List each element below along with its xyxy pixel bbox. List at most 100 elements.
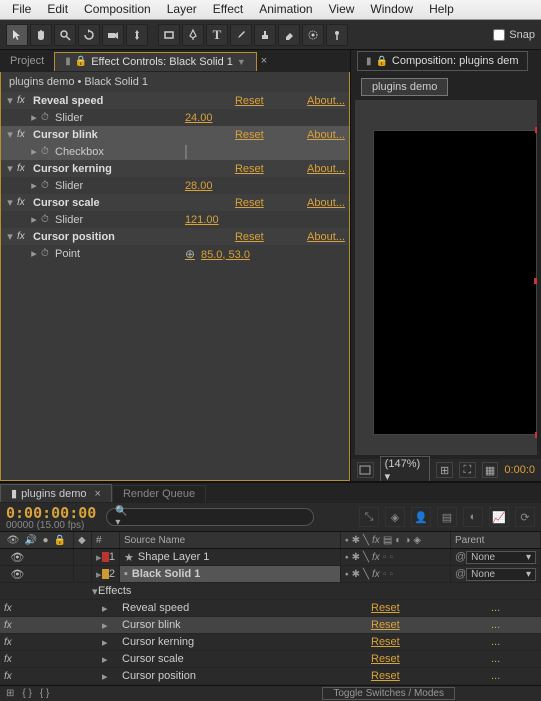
zoom-dropdown[interactable]: (147%) ▾ xyxy=(380,456,431,482)
eraser-tool[interactable] xyxy=(278,24,300,46)
stopwatch-icon[interactable]: ⏱ xyxy=(41,146,55,157)
twirl-icon[interactable]: ▸ xyxy=(102,619,116,632)
label-color[interactable] xyxy=(102,552,109,562)
twirl-icon[interactable]: ▸ xyxy=(29,215,39,225)
fx-icon[interactable]: fx xyxy=(17,231,29,242)
frame-blend-icon[interactable]: ▤ xyxy=(437,507,457,527)
lock-column-icon[interactable]: 🔒 xyxy=(54,535,66,546)
fx-icon[interactable]: fx xyxy=(17,129,29,140)
effect-property-row[interactable]: ▸⏱Slider28.00 xyxy=(1,177,349,194)
puppet-pin-tool[interactable] xyxy=(326,24,348,46)
type-tool[interactable]: T xyxy=(206,24,228,46)
tab-close-icon[interactable]: × xyxy=(261,55,267,67)
options-link[interactable]: ... xyxy=(491,602,541,614)
reset-link[interactable]: Reset xyxy=(371,619,491,631)
viewer-time[interactable]: 0:00:0 xyxy=(504,464,535,476)
grid-icon[interactable]: ▦ xyxy=(482,462,499,478)
timeline-effect-row[interactable]: fx▸Cursor scaleReset... xyxy=(0,651,541,668)
effect-property-row[interactable]: ▸⏱Slider121.00 xyxy=(1,211,349,228)
menu-layer[interactable]: Layer xyxy=(159,0,205,19)
stopwatch-icon[interactable]: ⏱ xyxy=(41,214,55,225)
effect-header[interactable]: ▾fxCursor blinkResetAbout... xyxy=(1,126,349,143)
tab-dropdown-icon[interactable]: ▼ xyxy=(237,57,246,67)
options-link[interactable]: ... xyxy=(491,670,541,682)
reset-link[interactable]: Reset xyxy=(371,636,491,648)
twirl-icon[interactable]: ▸ xyxy=(102,653,116,666)
timeline-effect-row[interactable]: fx▸Cursor kerningReset... xyxy=(0,634,541,651)
roto-brush-tool[interactable] xyxy=(302,24,324,46)
effect-controls-tab[interactable]: ▮ 🔒 Effect Controls: Black Solid 1 ▼ xyxy=(54,52,257,71)
menu-window[interactable]: Window xyxy=(362,0,421,19)
rotation-tool[interactable] xyxy=(78,24,100,46)
menu-animation[interactable]: Animation xyxy=(251,0,320,19)
about-link[interactable]: About... xyxy=(295,129,345,141)
snap-toggle[interactable]: Snap xyxy=(493,29,535,41)
options-link[interactable]: ... xyxy=(491,653,541,665)
property-value[interactable]: 121.00 xyxy=(185,214,295,226)
twirl-icon[interactable]: ▸ xyxy=(102,602,116,615)
effect-header[interactable]: ▾fxCursor kerningResetAbout... xyxy=(1,160,349,177)
fx-badge[interactable]: fx xyxy=(4,620,18,631)
layer-name[interactable]: Black Solid 1 xyxy=(132,568,200,580)
comp-mini-flowchart-icon[interactable]: ⤡ xyxy=(359,507,379,527)
roi-icon[interactable]: ⛶ xyxy=(459,462,476,478)
property-value[interactable]: ⊕85.0, 53.0 xyxy=(185,247,295,261)
label-column-icon[interactable]: ◆ xyxy=(78,535,86,546)
twirl-icon[interactable]: ▾ xyxy=(5,164,15,174)
layer-row[interactable]: 👁▸ 1★Shape Layer 1⬩✱╲fx▫▫@ None▾ xyxy=(0,549,541,566)
about-link[interactable]: About... xyxy=(295,95,345,107)
project-tab[interactable]: Project xyxy=(0,52,54,70)
fx-badge[interactable]: fx xyxy=(4,654,18,665)
property-value[interactable]: 28.00 xyxy=(185,180,295,192)
reset-link[interactable]: Reset xyxy=(235,129,295,141)
timeline-effect-row[interactable]: fx▸Reveal speedReset... xyxy=(0,600,541,617)
hand-tool[interactable] xyxy=(30,24,52,46)
twirl-icon[interactable]: ▸ xyxy=(29,181,39,191)
effect-header[interactable]: ▾fxCursor scaleResetAbout... xyxy=(1,194,349,211)
point-target-icon[interactable]: ⊕ xyxy=(185,247,195,261)
composition-tab[interactable]: ▮ 🔒 Composition: plugins dem xyxy=(357,51,528,71)
draft-3d-icon[interactable]: ◈ xyxy=(385,507,405,527)
index-column[interactable]: # xyxy=(92,532,120,548)
camera-tool[interactable] xyxy=(102,24,124,46)
timecode-display[interactable]: 0:00:00:00 00000 (15.00 fps) xyxy=(6,504,96,531)
about-link[interactable]: About... xyxy=(295,231,345,243)
video-toggle[interactable]: 👁 xyxy=(10,568,24,581)
stopwatch-icon[interactable]: ⏱ xyxy=(41,180,55,191)
fx-badge[interactable]: fx xyxy=(4,637,18,648)
twirl-icon[interactable]: ▾ xyxy=(5,130,15,140)
pen-tool[interactable] xyxy=(182,24,204,46)
timeline-effect-row[interactable]: fx▸Cursor positionReset... xyxy=(0,668,541,685)
brackets-icon[interactable]: { } xyxy=(40,688,49,699)
menu-file[interactable]: File xyxy=(4,0,39,19)
parent-dropdown[interactable]: None▾ xyxy=(466,568,536,581)
tab-close-icon[interactable]: × xyxy=(95,488,101,500)
transform-handle[interactable] xyxy=(534,278,537,284)
effect-header[interactable]: ▾fxCursor positionResetAbout... xyxy=(1,228,349,245)
solo-column-icon[interactable]: ● xyxy=(42,535,48,546)
shy-icon[interactable]: 👤 xyxy=(411,507,431,527)
toggle-switches-icon[interactable]: ⊞ xyxy=(6,688,14,699)
search-input[interactable] xyxy=(128,510,305,525)
motion-blur-icon[interactable]: ◐ xyxy=(463,507,483,527)
composition-viewer[interactable] xyxy=(355,100,537,455)
clone-stamp-tool[interactable] xyxy=(254,24,276,46)
menu-effect[interactable]: Effect xyxy=(205,0,251,19)
panel-menu-icon[interactable]: ▮ xyxy=(366,56,372,67)
reset-link[interactable]: Reset xyxy=(371,653,491,665)
graph-editor-icon[interactable]: 📈 xyxy=(489,507,509,527)
timeline-effect-row[interactable]: fx▸Cursor blinkReset... xyxy=(0,617,541,634)
menu-help[interactable]: Help xyxy=(421,0,462,19)
reset-link[interactable]: Reset xyxy=(235,231,295,243)
transform-handle[interactable] xyxy=(535,432,537,438)
effect-property-row[interactable]: ▸⏱Point⊕85.0, 53.0 xyxy=(1,245,349,262)
fx-badge[interactable]: fx xyxy=(4,603,18,614)
property-checkbox[interactable] xyxy=(185,146,295,158)
label-color[interactable] xyxy=(102,569,109,579)
menu-edit[interactable]: Edit xyxy=(39,0,76,19)
snap-checkbox[interactable] xyxy=(493,29,505,41)
video-column-icon[interactable]: 👁 xyxy=(7,535,20,546)
pan-behind-tool[interactable] xyxy=(126,24,148,46)
menu-view[interactable]: View xyxy=(321,0,363,19)
lock-icon[interactable]: 🔒 xyxy=(375,56,387,67)
